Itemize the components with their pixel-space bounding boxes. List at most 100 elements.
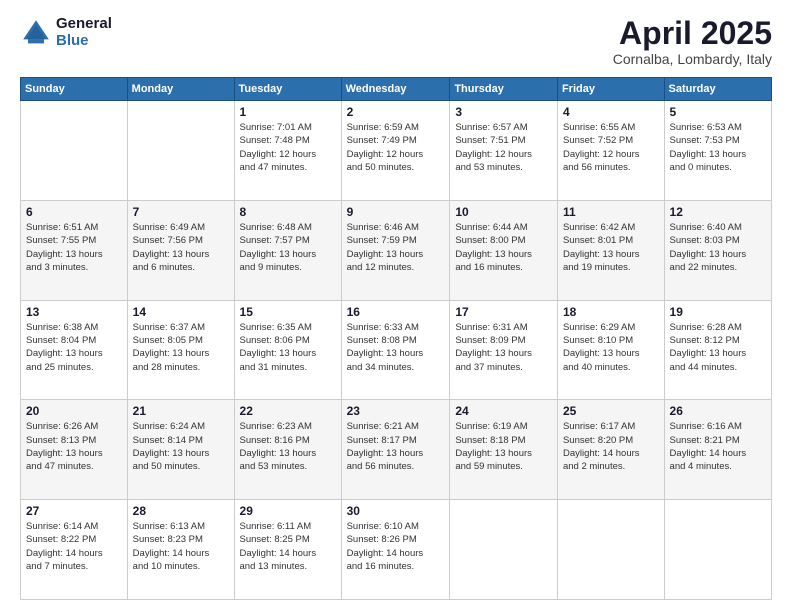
calendar-header-thursday: Thursday <box>450 78 558 101</box>
day-detail: Sunrise: 6:48 AM Sunset: 7:57 PM Dayligh… <box>240 221 336 274</box>
calendar-cell: 23 Sunrise: 6:21 AM Sunset: 8:17 PM Dayli… <box>341 400 450 500</box>
calendar-header-row: SundayMondayTuesdayWednesdayThursdayFrid… <box>21 78 772 101</box>
calendar-cell: 22 Sunrise: 6:23 AM Sunset: 8:16 PM Dayli… <box>234 400 341 500</box>
day-detail: Sunrise: 6:28 AM Sunset: 8:12 PM Dayligh… <box>670 321 766 374</box>
day-detail: Sunrise: 6:13 AM Sunset: 8:23 PM Dayligh… <box>133 520 229 573</box>
day-detail: Sunrise: 6:24 AM Sunset: 8:14 PM Dayligh… <box>133 420 229 473</box>
calendar-header-saturday: Saturday <box>664 78 771 101</box>
day-number: 15 <box>240 305 336 319</box>
day-detail: Sunrise: 6:44 AM Sunset: 8:00 PM Dayligh… <box>455 221 552 274</box>
calendar-header-tuesday: Tuesday <box>234 78 341 101</box>
calendar-cell: 24 Sunrise: 6:19 AM Sunset: 8:18 PM Dayli… <box>450 400 558 500</box>
calendar-week-1: 6 Sunrise: 6:51 AM Sunset: 7:55 PM Daylig… <box>21 200 772 300</box>
day-detail: Sunrise: 6:42 AM Sunset: 8:01 PM Dayligh… <box>563 221 659 274</box>
day-detail: Sunrise: 6:10 AM Sunset: 8:26 PM Dayligh… <box>347 520 445 573</box>
day-detail: Sunrise: 6:19 AM Sunset: 8:18 PM Dayligh… <box>455 420 552 473</box>
day-number: 20 <box>26 404 122 418</box>
calendar-header-sunday: Sunday <box>21 78 128 101</box>
month-title: April 2025 <box>613 16 772 51</box>
day-detail: Sunrise: 6:21 AM Sunset: 8:17 PM Dayligh… <box>347 420 445 473</box>
calendar-cell: 2 Sunrise: 6:59 AM Sunset: 7:49 PM Daylig… <box>341 101 450 201</box>
calendar-cell: 26 Sunrise: 6:16 AM Sunset: 8:21 PM Dayli… <box>664 400 771 500</box>
calendar-cell <box>557 500 664 600</box>
calendar-cell: 4Sunrise: 6:55 AM Sunset: 7:52 PM Daylig… <box>557 101 664 201</box>
calendar-cell: 29 Sunrise: 6:11 AM Sunset: 8:25 PM Dayli… <box>234 500 341 600</box>
day-detail: Sunrise: 6:17 AM Sunset: 8:20 PM Dayligh… <box>563 420 659 473</box>
day-detail: Sunrise: 7:01 AM Sunset: 7:48 PM Dayligh… <box>240 121 336 174</box>
calendar-cell: 9Sunrise: 6:46 AM Sunset: 7:59 PM Daylig… <box>341 200 450 300</box>
day-number: 28 <box>133 504 229 518</box>
day-detail: Sunrise: 6:57 AM Sunset: 7:51 PM Dayligh… <box>455 121 552 174</box>
day-number: 12 <box>670 205 766 219</box>
day-detail: Sunrise: 6:53 AM Sunset: 7:53 PM Dayligh… <box>670 121 766 174</box>
day-number: 21 <box>133 404 229 418</box>
calendar-cell: 1 Sunrise: 7:01 AM Sunset: 7:48 PM Daylig… <box>234 101 341 201</box>
calendar-cell: 6 Sunrise: 6:51 AM Sunset: 7:55 PM Daylig… <box>21 200 128 300</box>
calendar-week-4: 27 Sunrise: 6:14 AM Sunset: 8:22 PM Dayli… <box>21 500 772 600</box>
calendar-body: 1 Sunrise: 7:01 AM Sunset: 7:48 PM Daylig… <box>21 101 772 600</box>
day-detail: Sunrise: 6:35 AM Sunset: 8:06 PM Dayligh… <box>240 321 336 374</box>
day-number: 2 <box>347 105 445 119</box>
day-detail: Sunrise: 6:37 AM Sunset: 8:05 PM Dayligh… <box>133 321 229 374</box>
day-number: 14 <box>133 305 229 319</box>
day-detail: Sunrise: 6:14 AM Sunset: 8:22 PM Dayligh… <box>26 520 122 573</box>
day-detail: Sunrise: 6:23 AM Sunset: 8:16 PM Dayligh… <box>240 420 336 473</box>
day-detail: Sunrise: 6:29 AM Sunset: 8:10 PM Dayligh… <box>563 321 659 374</box>
page: General Blue April 2025 Cornalba, Lombar… <box>0 0 792 612</box>
header: General Blue April 2025 Cornalba, Lombar… <box>20 16 772 67</box>
logo-icon <box>20 17 52 49</box>
day-detail: Sunrise: 6:59 AM Sunset: 7:49 PM Dayligh… <box>347 121 445 174</box>
day-number: 8 <box>240 205 336 219</box>
day-number: 24 <box>455 404 552 418</box>
day-detail: Sunrise: 6:11 AM Sunset: 8:25 PM Dayligh… <box>240 520 336 573</box>
day-number: 9 <box>347 205 445 219</box>
calendar-cell: 11 Sunrise: 6:42 AM Sunset: 8:01 PM Dayli… <box>557 200 664 300</box>
day-detail: Sunrise: 6:33 AM Sunset: 8:08 PM Dayligh… <box>347 321 445 374</box>
calendar-cell <box>450 500 558 600</box>
day-detail: Sunrise: 6:55 AM Sunset: 7:52 PM Dayligh… <box>563 121 659 174</box>
calendar-cell <box>127 101 234 201</box>
day-number: 30 <box>347 504 445 518</box>
calendar-cell: 17Sunrise: 6:31 AM Sunset: 8:09 PM Dayli… <box>450 300 558 400</box>
day-detail: Sunrise: 6:40 AM Sunset: 8:03 PM Dayligh… <box>670 221 766 274</box>
logo: General Blue <box>20 16 112 49</box>
calendar-cell: 8 Sunrise: 6:48 AM Sunset: 7:57 PM Daylig… <box>234 200 341 300</box>
calendar-cell <box>664 500 771 600</box>
calendar-header-wednesday: Wednesday <box>341 78 450 101</box>
day-detail: Sunrise: 6:49 AM Sunset: 7:56 PM Dayligh… <box>133 221 229 274</box>
calendar-cell: 25 Sunrise: 6:17 AM Sunset: 8:20 PM Dayli… <box>557 400 664 500</box>
calendar-table: SundayMondayTuesdayWednesdayThursdayFrid… <box>20 77 772 600</box>
day-number: 16 <box>347 305 445 319</box>
calendar-cell: 18Sunrise: 6:29 AM Sunset: 8:10 PM Dayli… <box>557 300 664 400</box>
day-number: 19 <box>670 305 766 319</box>
day-detail: Sunrise: 6:16 AM Sunset: 8:21 PM Dayligh… <box>670 420 766 473</box>
calendar-header-monday: Monday <box>127 78 234 101</box>
day-detail: Sunrise: 6:51 AM Sunset: 7:55 PM Dayligh… <box>26 221 122 274</box>
calendar-cell: 28 Sunrise: 6:13 AM Sunset: 8:23 PM Dayli… <box>127 500 234 600</box>
calendar-week-2: 13 Sunrise: 6:38 AM Sunset: 8:04 PM Dayli… <box>21 300 772 400</box>
calendar-cell: 5Sunrise: 6:53 AM Sunset: 7:53 PM Daylig… <box>664 101 771 201</box>
day-number: 27 <box>26 504 122 518</box>
calendar-cell: 30 Sunrise: 6:10 AM Sunset: 8:26 PM Dayli… <box>341 500 450 600</box>
day-number: 26 <box>670 404 766 418</box>
day-detail: Sunrise: 6:26 AM Sunset: 8:13 PM Dayligh… <box>26 420 122 473</box>
day-number: 1 <box>240 105 336 119</box>
calendar-cell: 12 Sunrise: 6:40 AM Sunset: 8:03 PM Dayli… <box>664 200 771 300</box>
day-number: 23 <box>347 404 445 418</box>
logo-text: General Blue <box>56 16 112 49</box>
day-detail: Sunrise: 6:38 AM Sunset: 8:04 PM Dayligh… <box>26 321 122 374</box>
calendar-cell: 15 Sunrise: 6:35 AM Sunset: 8:06 PM Dayli… <box>234 300 341 400</box>
calendar-cell: 19 Sunrise: 6:28 AM Sunset: 8:12 PM Dayli… <box>664 300 771 400</box>
logo-general-label: General <box>56 16 112 33</box>
day-number: 22 <box>240 404 336 418</box>
calendar-cell: 16 Sunrise: 6:33 AM Sunset: 8:08 PM Dayli… <box>341 300 450 400</box>
day-number: 11 <box>563 205 659 219</box>
day-number: 25 <box>563 404 659 418</box>
calendar-week-0: 1 Sunrise: 7:01 AM Sunset: 7:48 PM Daylig… <box>21 101 772 201</box>
day-number: 6 <box>26 205 122 219</box>
day-number: 29 <box>240 504 336 518</box>
day-number: 3 <box>455 105 552 119</box>
calendar-cell: 13 Sunrise: 6:38 AM Sunset: 8:04 PM Dayli… <box>21 300 128 400</box>
day-number: 13 <box>26 305 122 319</box>
day-number: 17 <box>455 305 552 319</box>
